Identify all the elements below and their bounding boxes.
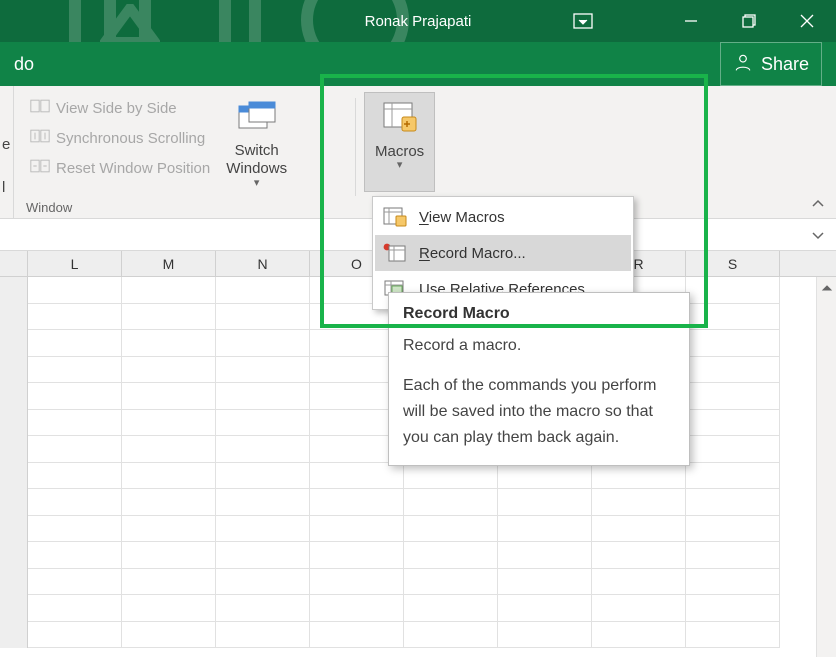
synchronous-scrolling-label: Synchronous Scrolling	[56, 130, 205, 147]
tab-row: do Share	[0, 42, 836, 86]
reset-window-position-button[interactable]: Reset Window Position	[24, 154, 216, 182]
menu-view-macros[interactable]: View Macros	[375, 199, 631, 235]
reset-window-position-label: Reset Window Position	[56, 160, 210, 177]
synchronous-scrolling-button[interactable]: Synchronous Scrolling	[24, 124, 216, 152]
tab-partial[interactable]: do	[6, 50, 42, 79]
share-button[interactable]: Share	[720, 42, 822, 86]
side-by-side-icon	[30, 98, 50, 118]
table-row[interactable]	[0, 489, 836, 516]
titlebar: Ronak Prajapati	[0, 0, 836, 42]
macros-button[interactable]: Macros ▾	[364, 92, 435, 192]
menu-record-macro-label: Record Macro...	[419, 245, 526, 262]
window-controls	[662, 0, 836, 42]
tooltip-record-macro: Record Macro Record a macro. Each of the…	[388, 292, 690, 466]
menu-view-macros-label: View Macros	[419, 209, 505, 226]
column-header[interactable]: L	[28, 251, 122, 276]
close-button[interactable]	[778, 0, 836, 42]
column-header[interactable]: M	[122, 251, 216, 276]
table-row[interactable]	[0, 516, 836, 543]
macros-label: Macros	[375, 143, 424, 160]
table-row[interactable]	[0, 622, 836, 649]
sliver-char-bottom: l	[2, 179, 5, 196]
dropdown-arrow-icon: ▾	[397, 160, 403, 170]
group-label-window: Window	[26, 200, 72, 215]
share-label: Share	[761, 54, 809, 75]
sync-scrolling-icon	[30, 128, 50, 148]
table-row[interactable]	[0, 542, 836, 569]
macros-icon	[379, 97, 421, 139]
switch-windows-button[interactable]: Switch Windows ▾	[216, 92, 297, 192]
collapse-ribbon-button[interactable]	[806, 192, 830, 216]
tooltip-summary: Record a macro.	[403, 333, 675, 359]
minimize-button[interactable]	[662, 0, 720, 42]
sliver-char-top: e	[2, 136, 10, 153]
ribbon-display-options-button[interactable]	[560, 0, 606, 42]
expand-formula-bar-button[interactable]	[808, 225, 828, 245]
user-name: Ronak Prajapati	[365, 13, 472, 30]
view-side-by-side-button[interactable]: View Side by Side	[24, 94, 216, 122]
dropdown-arrow-icon: ▾	[254, 178, 260, 188]
switch-windows-icon	[236, 96, 278, 138]
record-macro-icon	[383, 242, 407, 264]
table-row[interactable]	[0, 463, 836, 490]
share-icon	[733, 52, 753, 77]
restore-button[interactable]	[720, 0, 778, 42]
column-header[interactable]: N	[216, 251, 310, 276]
tooltip-body: Each of the commands you perform will be…	[403, 373, 675, 451]
table-row[interactable]	[0, 595, 836, 622]
menu-record-macro[interactable]: Record Macro...	[375, 235, 631, 271]
ribbon-left-sliver: e l	[0, 86, 14, 218]
ribbon-group-window: View Side by Side Synchronous Scrolling …	[16, 92, 356, 218]
column-header[interactable]: S	[686, 251, 780, 276]
row-header-gutter[interactable]	[0, 251, 28, 276]
table-row[interactable]	[0, 569, 836, 596]
view-macros-icon	[383, 206, 407, 228]
reset-window-icon	[30, 158, 50, 178]
tooltip-title: Record Macro	[403, 305, 675, 323]
switch-windows-label: Switch Windows	[226, 142, 287, 178]
vertical-scrollbar[interactable]	[816, 277, 836, 657]
scroll-up-button[interactable]	[817, 277, 836, 299]
view-side-by-side-label: View Side by Side	[56, 100, 177, 117]
